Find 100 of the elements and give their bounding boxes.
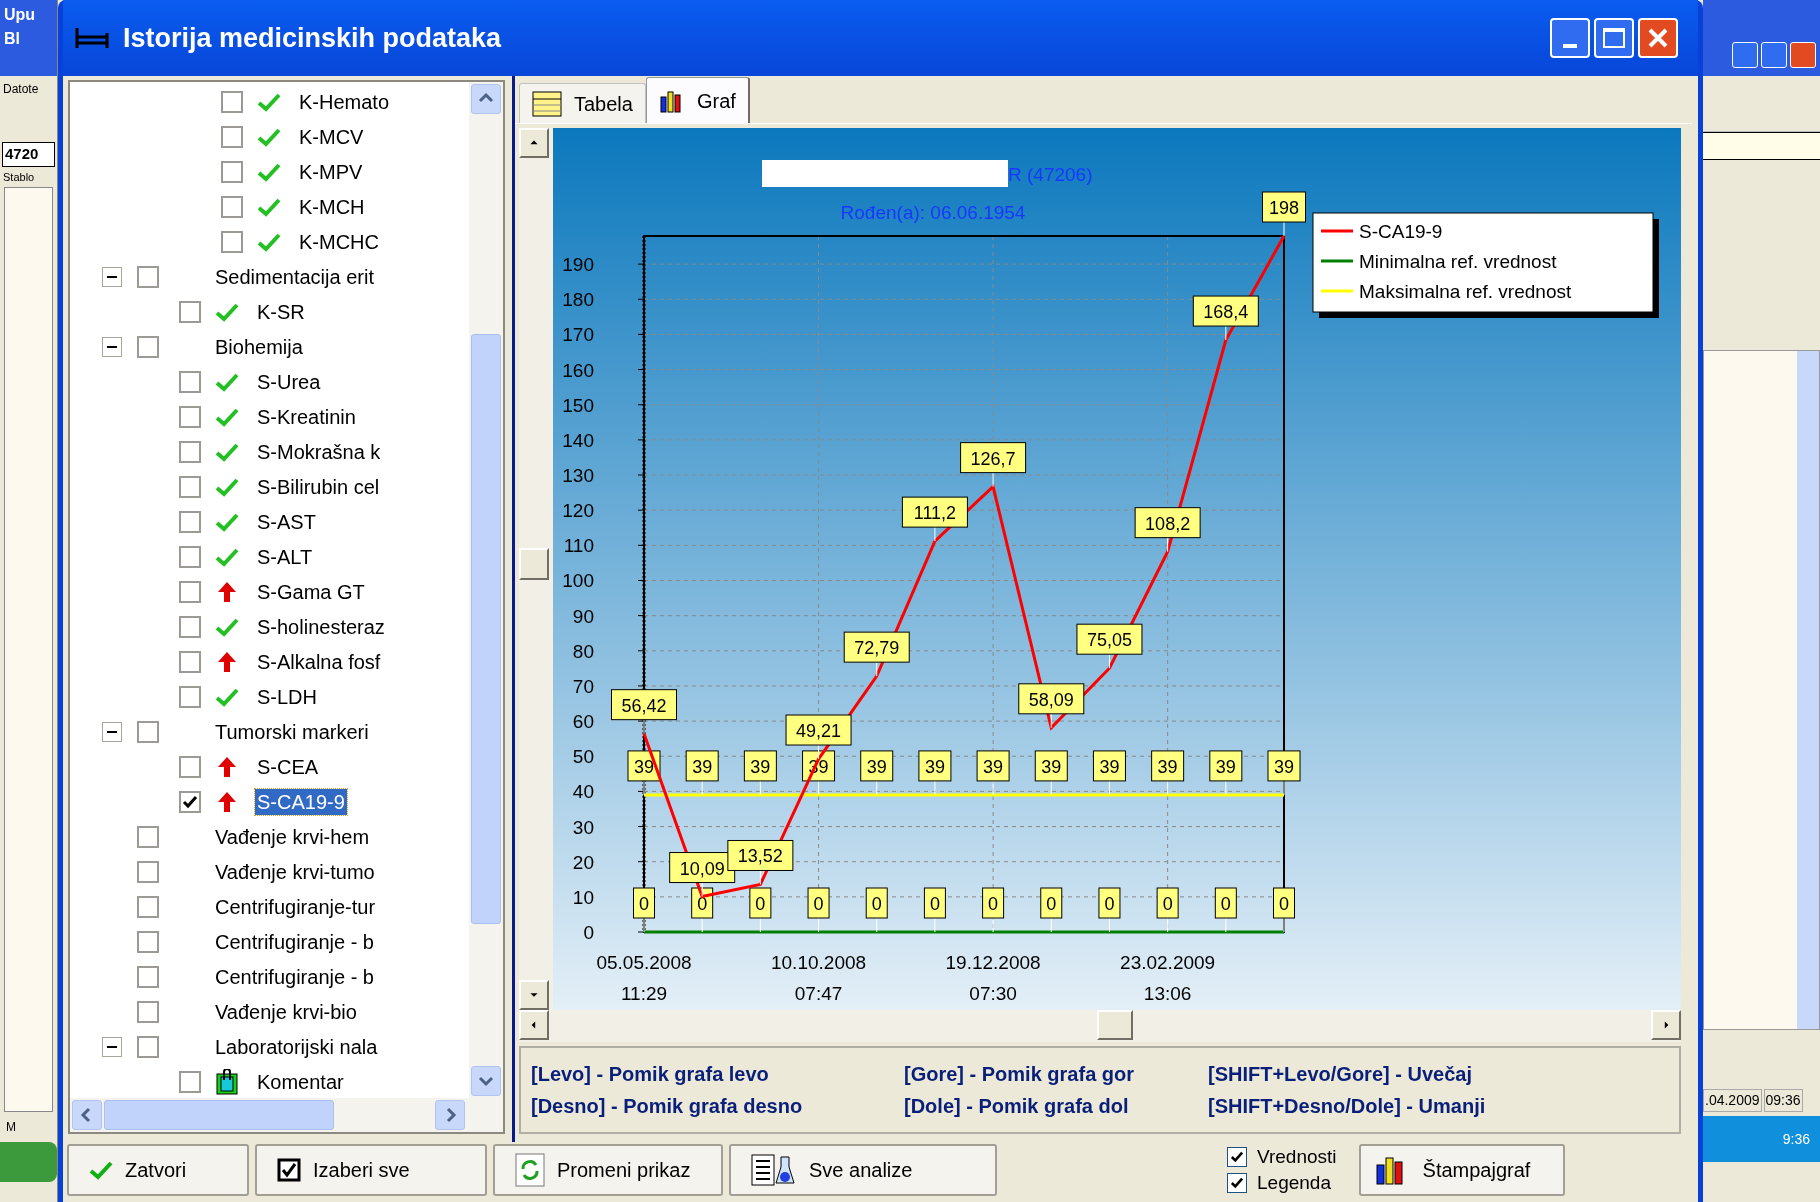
horizontal-scrollbar[interactable] — [70, 1098, 503, 1132]
scroll-thumb[interactable] — [104, 1100, 334, 1130]
scroll-thumb[interactable] — [471, 334, 501, 924]
tree-item[interactable]: K-SR — [255, 298, 307, 325]
checkbox[interactable] — [137, 825, 159, 848]
tree-item[interactable]: Komentar — [255, 1068, 346, 1095]
check-icon — [257, 196, 281, 217]
tree-item[interactable]: S-Alkalna fosf — [255, 648, 383, 675]
tree-item[interactable]: S-Urea — [255, 368, 323, 395]
checkbox[interactable] — [221, 125, 243, 148]
tree-item[interactable]: S-holinesteraz — [255, 613, 387, 640]
tab[interactable]: Graf — [645, 77, 750, 123]
x-tick-label: 05.05.2008 11:29 — [596, 952, 692, 1004]
tree-item[interactable]: Vađenje krvi-bio — [213, 998, 359, 1025]
close-button[interactable] — [1790, 42, 1816, 68]
tree-item[interactable]: S-Gama GT — [255, 578, 367, 605]
up-arrow-icon — [217, 650, 237, 673]
collapse-toggle[interactable] — [102, 1036, 122, 1057]
checkbox[interactable] — [221, 160, 243, 183]
tree-item[interactable]: S-AST — [255, 508, 318, 535]
checkbox[interactable] — [137, 265, 159, 288]
scroll-down-button[interactable] — [471, 1066, 501, 1096]
action-button[interactable]: Promeni prikaz — [493, 1144, 723, 1196]
check-icon — [215, 441, 239, 462]
scroll-right-button[interactable] — [435, 1100, 465, 1130]
checkbox[interactable] — [179, 405, 201, 428]
collapse-toggle[interactable] — [102, 336, 122, 357]
tree-item[interactable]: K-MCV — [297, 123, 366, 150]
checkbox[interactable] — [179, 440, 201, 463]
tab[interactable]: Tabela — [519, 83, 646, 123]
minimize-button[interactable] — [1550, 18, 1590, 58]
checkbox[interactable] — [137, 1035, 159, 1058]
checkbox[interactable] — [137, 335, 159, 358]
tree-item[interactable]: K-MCH — [297, 193, 367, 220]
background-window-title: Bl — [4, 30, 21, 48]
start-button[interactable] — [0, 1142, 57, 1182]
checkbox[interactable] — [137, 860, 159, 883]
tree-item[interactable]: K-MPV — [297, 158, 365, 185]
scroll-up-button[interactable] — [471, 84, 501, 114]
checkbox[interactable] — [179, 650, 201, 673]
vertical-scrollbar[interactable] — [469, 82, 503, 1098]
y-tick-label: 140 — [562, 429, 594, 451]
tree-item[interactable]: Vađenje krvi-tumo — [213, 858, 377, 885]
checkbox[interactable] — [137, 930, 159, 953]
print-chart-button[interactable]: Štampajgraf — [1358, 1144, 1565, 1196]
value-label: 39 — [743, 750, 777, 796]
background-window-title: Upu — [4, 6, 37, 24]
tree-item[interactable]: S-ALT — [255, 543, 315, 570]
y-tick-label: 160 — [562, 359, 594, 381]
id-field[interactable]: 4720 — [2, 142, 55, 167]
checkbox[interactable] — [221, 90, 243, 113]
menu-item[interactable]: Datote — [0, 76, 57, 102]
maximize-button[interactable] — [1594, 18, 1634, 58]
checkbox[interactable] — [179, 790, 201, 813]
collapse-toggle[interactable] — [102, 266, 122, 287]
action-button[interactable]: Zatvori — [67, 1144, 249, 1196]
tree-item[interactable]: Vađenje krvi-hem — [213, 823, 372, 850]
tree-item[interactable]: Centrifugiranje - b — [213, 963, 376, 990]
tree-item[interactable]: Sedimentacija erit — [213, 263, 376, 290]
tree-item[interactable]: Laboratorijski nala — [213, 1033, 380, 1060]
action-button[interactable]: Izaberi sve — [255, 1144, 487, 1196]
tree-item[interactable]: S-CEA — [255, 753, 321, 780]
checkbox[interactable] — [179, 580, 201, 603]
checkbox[interactable] — [137, 965, 159, 988]
tree-item[interactable]: S-Kreatinin — [255, 403, 358, 430]
value-label: 39 — [1151, 750, 1185, 796]
checkbox[interactable] — [179, 615, 201, 638]
tree-item[interactable]: Biohemija — [213, 333, 305, 360]
value-label: 0 — [633, 887, 655, 933]
checkbox[interactable] — [179, 475, 201, 498]
tree-item[interactable]: Tumorski markeri — [213, 718, 371, 745]
checkbox[interactable] — [179, 755, 201, 778]
checkbox[interactable] — [179, 685, 201, 708]
minimize-button[interactable] — [1732, 42, 1758, 68]
checkbox[interactable] — [221, 195, 243, 218]
checkbox[interactable] — [137, 1000, 159, 1023]
checkbox[interactable] — [179, 300, 201, 323]
tree-item[interactable]: S-Mokrašna k — [255, 438, 383, 465]
tree-item[interactable]: Centrifugiranje - b — [213, 928, 376, 955]
checkbox[interactable] — [179, 370, 201, 393]
checkbox[interactable] — [221, 230, 243, 253]
scroll-left-button[interactable] — [72, 1100, 102, 1130]
checkbox[interactable] — [179, 545, 201, 568]
action-button[interactable]: Sve analize — [729, 1144, 997, 1196]
tree-item[interactable]: K-MCHC — [297, 228, 381, 255]
checkbox[interactable] — [137, 895, 159, 918]
shortcut-hint: [SHIFT+Desno/Dole] - Umanji — [1208, 1094, 1487, 1119]
tree-item[interactable]: S-Bilirubin cel — [255, 473, 382, 500]
checkbox[interactable] — [137, 720, 159, 743]
tree-item[interactable]: K-Hemato — [297, 88, 392, 115]
tree-item[interactable]: S-LDH — [255, 683, 319, 710]
close-button[interactable] — [1638, 18, 1678, 58]
value-label: 39 — [1209, 750, 1243, 796]
checkbox[interactable] — [179, 1070, 201, 1093]
checkbox[interactable] — [179, 510, 201, 533]
value-label: 198 — [1262, 191, 1306, 237]
tree-item[interactable]: Centrifugiranje-tur — [213, 893, 378, 920]
tree-item[interactable]: S-CA19-9 — [255, 788, 347, 815]
x-tick-label: 23.02.2009 13:06 — [1120, 952, 1216, 1004]
collapse-toggle[interactable] — [102, 721, 122, 742]
